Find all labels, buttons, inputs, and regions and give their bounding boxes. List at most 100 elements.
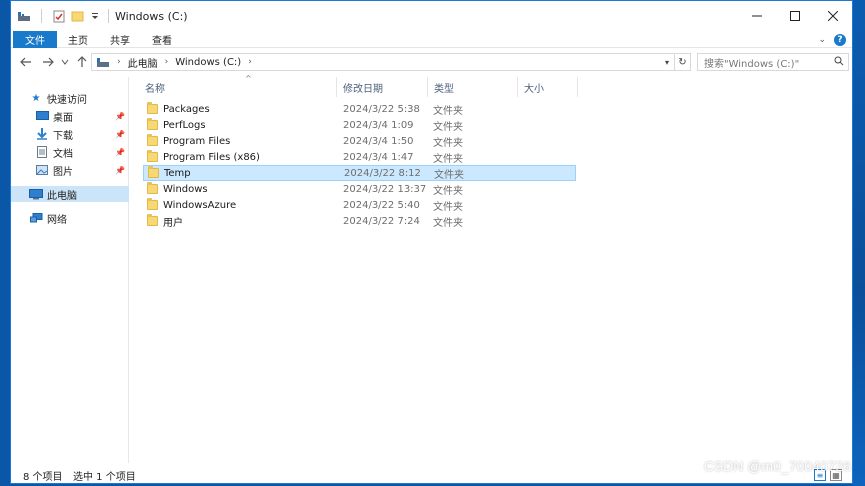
star-icon: ★: [31, 92, 41, 104]
watermark: CSDN @m0_70040726: [703, 458, 851, 474]
sidebar-item-label: 快速访问: [47, 94, 87, 106]
file-name: Program Files: [163, 135, 231, 147]
chevron-right-icon[interactable]: ›: [162, 57, 172, 67]
selected-count: 选中 1 个项目: [73, 471, 136, 483]
column-header-label: 名称: [145, 83, 165, 95]
tab-view[interactable]: 查看: [141, 31, 183, 48]
column-header-label: 类型: [434, 83, 454, 95]
refresh-icon[interactable]: ↻: [674, 54, 690, 70]
window-title: Windows (C:): [115, 9, 188, 23]
download-icon: [35, 128, 49, 140]
properties-icon[interactable]: [52, 9, 66, 23]
chevron-right-icon[interactable]: ›: [114, 57, 124, 67]
customize-toolbar-icon[interactable]: [88, 9, 102, 23]
pin-icon[interactable]: 📌: [115, 130, 125, 139]
file-date: 2024/3/22 5:38: [343, 103, 420, 115]
file-date: 2024/3/22 13:37: [343, 183, 427, 195]
file-row[interactable]: 用户 2024/3/22 7:24 文件夹: [143, 213, 576, 229]
pictures-icon: [35, 164, 49, 176]
pin-icon[interactable]: 📌: [115, 166, 125, 175]
chevron-down-icon[interactable]: ▾: [660, 54, 674, 70]
folder-icon: [147, 198, 158, 210]
search-icon[interactable]: [834, 56, 844, 69]
file-date: 2024/3/4 1:50: [343, 135, 414, 147]
forward-button[interactable]: [37, 51, 59, 73]
help-icon[interactable]: ?: [834, 33, 846, 46]
file-date: 2024/3/22 5:40: [343, 199, 420, 211]
network-icon: [29, 212, 43, 224]
file-type: 文件夹: [433, 185, 463, 197]
sidebar-item-desktop[interactable]: 桌面 📌: [11, 108, 129, 124]
sidebar-item-documents[interactable]: 文档 📌: [11, 144, 129, 160]
column-header-label: 修改日期: [343, 83, 383, 95]
documents-icon: [35, 146, 49, 158]
column-header-size[interactable]: 大小: [518, 77, 578, 97]
sidebar-item-downloads[interactable]: 下载 📌: [11, 126, 129, 142]
folder-icon: [147, 150, 158, 162]
tab-file[interactable]: 文件: [13, 30, 57, 48]
sidebar-item-quick-access[interactable]: ★ 快速访问: [11, 90, 129, 106]
file-row[interactable]: PerfLogs 2024/3/4 1:09 文件夹: [143, 117, 576, 133]
breadcrumb-drive[interactable]: Windows (C:): [171, 57, 245, 68]
sidebar-item-network[interactable]: 网络: [11, 210, 129, 226]
desktop-icon: [35, 110, 49, 122]
desktop-background: [853, 0, 865, 486]
navigation-bar: › 此电脑 › Windows (C:) › ▾ ↻ 搜索"Windows (C…: [11, 49, 852, 75]
column-header-label: 大小: [524, 83, 544, 95]
pin-icon[interactable]: 📌: [115, 112, 125, 121]
search-input[interactable]: 搜索"Windows (C:)": [697, 53, 849, 71]
file-row[interactable]: Program Files (x86) 2024/3/4 1:47 文件夹: [143, 149, 576, 165]
tab-home[interactable]: 主页: [57, 31, 99, 48]
recent-locations-button[interactable]: [59, 51, 71, 73]
folder-icon: [147, 118, 158, 130]
computer-icon: [29, 188, 43, 200]
sidebar-item-label: 图片: [53, 166, 73, 178]
chevron-right-icon[interactable]: ›: [245, 57, 255, 67]
column-header-name[interactable]: 名称 ^: [139, 74, 337, 97]
breadcrumb-this-pc[interactable]: 此电脑: [124, 55, 162, 70]
pin-icon[interactable]: 📌: [115, 148, 125, 157]
column-header-date[interactable]: 修改日期: [337, 77, 428, 97]
up-button[interactable]: [71, 51, 93, 73]
back-button[interactable]: [15, 51, 37, 73]
address-bar[interactable]: › 此电脑 › Windows (C:) › ▾ ↻: [91, 53, 691, 71]
ribbon-right-controls: ⌄ ?: [818, 31, 846, 48]
file-row[interactable]: Windows 2024/3/22 13:37 文件夹: [143, 181, 576, 197]
file-date: 2024/3/22 8:12: [344, 167, 421, 179]
separator: [108, 9, 109, 23]
file-type: 文件夹: [434, 169, 464, 181]
file-name: 用户: [163, 217, 183, 229]
file-row[interactable]: Packages 2024/3/22 5:38 文件夹: [143, 101, 576, 117]
file-name: Windows: [163, 183, 208, 195]
sidebar-item-label: 文档: [53, 148, 73, 160]
file-type: 文件夹: [433, 153, 463, 165]
sidebar-item-this-pc[interactable]: 此电脑: [11, 186, 129, 202]
new-folder-icon[interactable]: [70, 9, 84, 23]
expand-ribbon-icon[interactable]: ⌄: [818, 35, 826, 45]
file-type: 文件夹: [433, 137, 463, 149]
folder-icon: [147, 214, 158, 226]
folder-icon: [147, 134, 158, 146]
item-count: 8 个项目: [23, 471, 63, 483]
drive-icon: [92, 56, 114, 68]
file-row-selected[interactable]: Temp 2024/3/22 8:12 文件夹: [143, 165, 576, 181]
file-row[interactable]: Program Files 2024/3/4 1:50 文件夹: [143, 133, 576, 149]
file-name: Temp: [164, 167, 191, 179]
column-header-type[interactable]: 类型: [428, 77, 518, 97]
sort-ascending-icon: ^: [245, 74, 252, 83]
maximize-button[interactable]: [776, 1, 814, 31]
sidebar-item-label: 此电脑: [47, 190, 77, 202]
folder-icon: [147, 102, 158, 114]
close-button[interactable]: [814, 1, 852, 31]
tab-share[interactable]: 共享: [99, 31, 141, 48]
minimize-button[interactable]: [738, 1, 776, 31]
sidebar-item-label: 下载: [53, 130, 73, 142]
sidebar-item-pictures[interactable]: 图片 📌: [11, 162, 129, 178]
file-type: 文件夹: [433, 121, 463, 133]
ribbon-tabs: 文件 主页 共享 查看 ⌄ ?: [11, 30, 852, 48]
navigation-pane: ★ 快速访问 桌面 📌 下载 📌 文档 📌 图片 📌 此电脑 网络: [11, 77, 129, 463]
file-date: 2024/3/4 1:47: [343, 151, 414, 163]
file-name: PerfLogs: [163, 119, 206, 131]
title-bar: Windows (C:): [11, 1, 852, 31]
file-row[interactable]: WindowsAzure 2024/3/22 5:40 文件夹: [143, 197, 576, 213]
